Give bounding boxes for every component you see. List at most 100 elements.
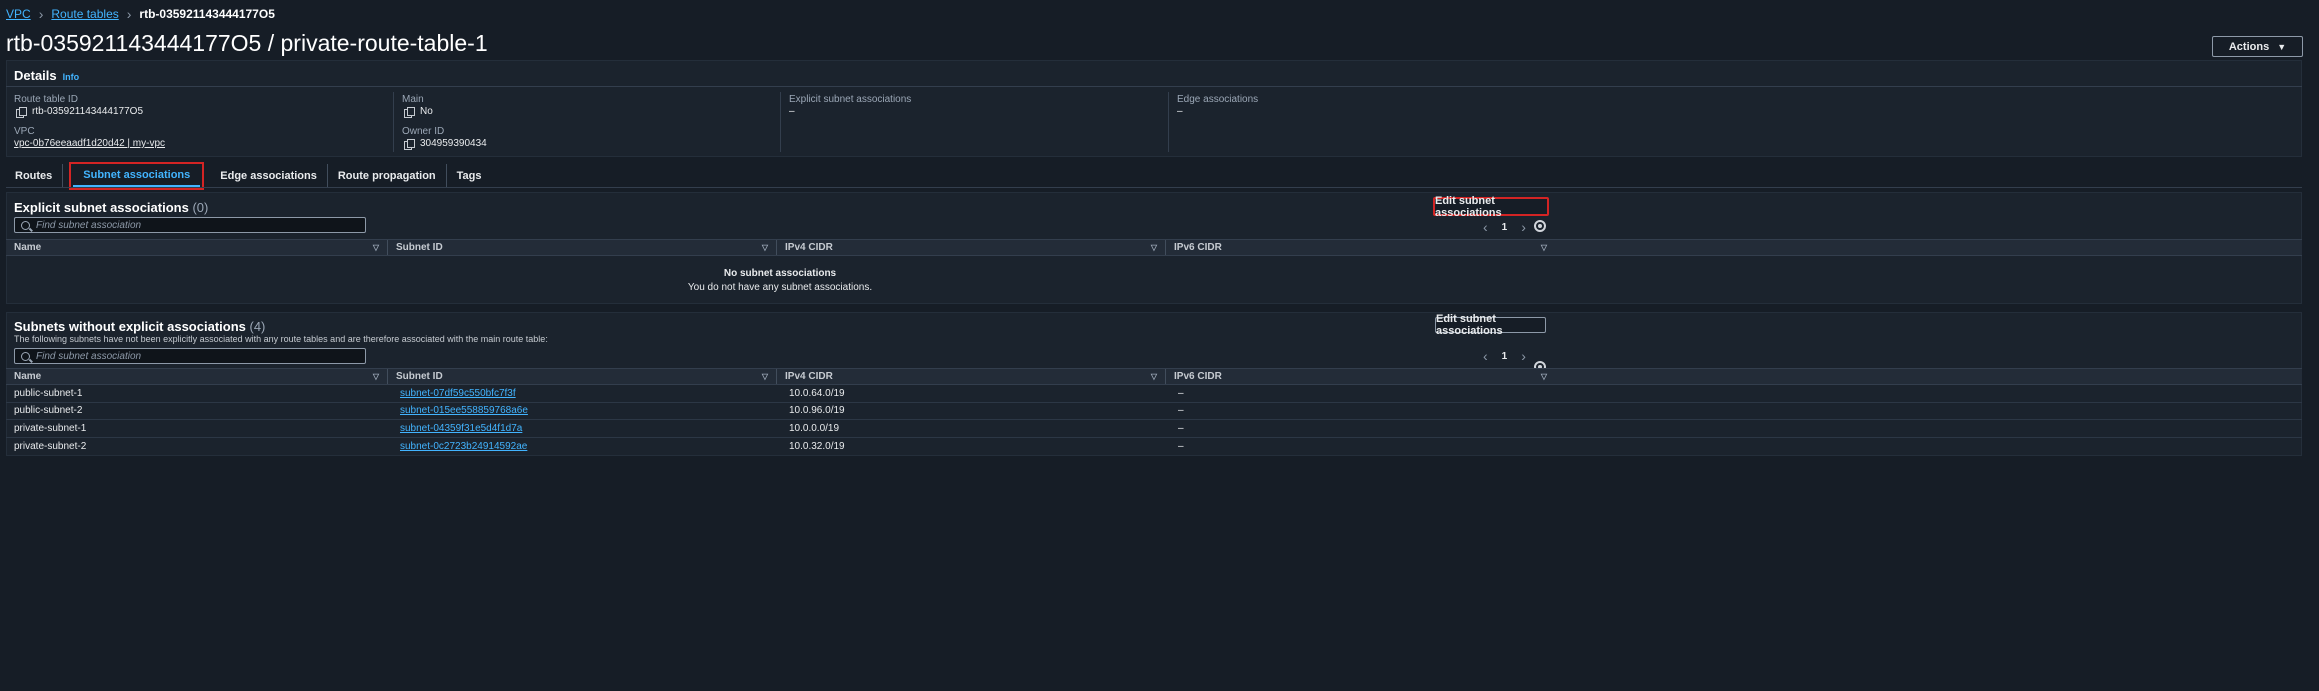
search-icon: [21, 351, 30, 361]
column-ipv6-label: IPv6 CIDR: [1174, 242, 1222, 253]
divider: [780, 92, 781, 152]
column-header-ipv6[interactable]: IPv6 CIDR ▽: [1166, 369, 1555, 384]
owner-id-label: Owner ID: [402, 126, 445, 137]
section-title-text: Explicit subnet associations: [14, 200, 189, 215]
section-description: The following subnets have not been expl…: [14, 334, 548, 344]
section-title-text: Subnets without explicit associations: [14, 319, 246, 334]
row-name: private-subnet-1: [14, 422, 87, 434]
without-search-input[interactable]: [36, 350, 356, 362]
pagination: ‹ 1 ›: [1483, 348, 1526, 364]
subnet-id-link[interactable]: subnet-04359f31e5d4f1d7a: [392, 420, 781, 437]
column-ipv6-label: IPv6 CIDR: [1174, 371, 1222, 382]
tab-routes[interactable]: Routes: [6, 164, 64, 188]
search-icon: [21, 220, 30, 230]
vpc-label: VPC: [14, 126, 35, 137]
without-search-field[interactable]: [14, 348, 366, 364]
owner-id-text: 304959390434: [420, 138, 487, 149]
breadcrumb-current: rtb-035921143444177O5: [139, 7, 275, 21]
row-name: public-subnet-2: [14, 405, 83, 417]
table-header: Name ▽ Subnet ID ▽ IPv4 CIDR ▽ IPv6 CIDR ▽: [6, 239, 2302, 256]
chevron-right-icon: ›: [38, 6, 44, 22]
column-header-ipv4[interactable]: IPv4 CIDR ▽: [777, 240, 1166, 255]
row-ipv6: –: [1178, 405, 1184, 417]
tab-subnet-associations[interactable]: Subnet associations: [69, 162, 205, 190]
copy-icon[interactable]: [404, 138, 415, 150]
sort-icon[interactable]: ▽: [1151, 372, 1157, 381]
tab-tags[interactable]: Tags: [447, 164, 492, 188]
column-subnet-id-label: Subnet ID: [396, 242, 443, 253]
breadcrumb-route-tables-link[interactable]: Route tables: [51, 7, 118, 21]
actions-label: Actions: [2228, 40, 2270, 53]
chevron-left-icon[interactable]: ‹: [1483, 219, 1488, 235]
edit-subnet-associations-button[interactable]: Edit subnet associations: [1435, 313, 1546, 337]
table-row: public-subnet-2 subnet-015ee558859768a6e…: [6, 403, 2302, 420]
empty-state-description: You do not have any subnet associations.: [687, 282, 873, 293]
column-header-subnet-id[interactable]: Subnet ID ▽: [388, 369, 777, 384]
column-name-label: Name: [14, 242, 42, 253]
empty-state-title: No subnet associations: [723, 268, 837, 279]
pagination: ‹ 1 ›: [1483, 219, 1526, 235]
explicit-associations-title: Explicit subnet associations (0): [14, 200, 208, 215]
copy-icon[interactable]: [16, 106, 27, 118]
route-table-id-text: rtb-035921143444177O5: [32, 106, 144, 117]
column-header-subnet-id[interactable]: Subnet ID ▽: [388, 240, 777, 255]
column-header-ipv4[interactable]: IPv4 CIDR ▽: [777, 369, 1166, 384]
caret-down-icon: ▼: [2277, 41, 2287, 52]
column-header-ipv6[interactable]: IPv6 CIDR ▽: [1166, 240, 1555, 255]
column-header-name[interactable]: Name ▽: [6, 240, 388, 255]
page-title: rtb-035921143444177O5 / private-route-ta…: [6, 30, 488, 56]
explicit-search-input[interactable]: [36, 219, 356, 231]
copy-icon[interactable]: [404, 106, 415, 118]
breadcrumb-vpc-link[interactable]: VPC: [6, 7, 31, 21]
row-ipv6: –: [1178, 440, 1184, 452]
row-name: public-subnet-1: [14, 387, 83, 399]
row-ipv4: 10.0.32.0/19: [789, 440, 845, 452]
sort-icon[interactable]: ▽: [762, 243, 768, 252]
tab-bar: Routes Subnet associations Edge associat…: [6, 162, 492, 190]
actions-button[interactable]: Actions ▼: [2212, 36, 2303, 57]
vpc-link[interactable]: vpc-0b76eeaadf1d20d42 | my-vpc: [14, 138, 165, 149]
details-panel: [6, 60, 2302, 157]
explicit-search-field[interactable]: [14, 217, 366, 233]
column-name-label: Name: [14, 371, 42, 382]
explicit-associations-value: –: [789, 106, 795, 117]
sort-icon[interactable]: ▽: [1151, 243, 1157, 252]
divider: [6, 86, 2302, 87]
subnet-id-link[interactable]: subnet-0c2723b24914592ae: [392, 438, 781, 456]
row-ipv4: 10.0.64.0/19: [789, 387, 845, 399]
tab-edge-associations[interactable]: Edge associations: [210, 164, 328, 188]
chevron-right-icon: ›: [126, 6, 132, 22]
sort-icon[interactable]: ▽: [1541, 243, 1547, 252]
subnet-id-link[interactable]: subnet-015ee558859768a6e: [392, 403, 781, 420]
owner-id-value: 304959390434: [404, 138, 487, 150]
page-number[interactable]: 1: [1502, 222, 1508, 233]
page-number[interactable]: 1: [1502, 351, 1508, 362]
route-table-id-label: Route table ID: [14, 94, 78, 105]
edit-subnet-associations-button[interactable]: Edit subnet associations: [1433, 195, 1549, 219]
main-text: No: [420, 106, 433, 117]
sort-icon[interactable]: ▽: [762, 372, 768, 381]
sort-icon[interactable]: ▽: [373, 372, 379, 381]
column-ipv4-label: IPv4 CIDR: [785, 242, 833, 253]
breadcrumb: VPC › Route tables › rtb-035921143444177…: [6, 6, 275, 22]
divider: [1168, 92, 1169, 152]
sort-icon[interactable]: ▽: [1541, 372, 1547, 381]
row-ipv6: –: [1178, 387, 1184, 399]
tab-route-propagation[interactable]: Route propagation: [328, 164, 447, 188]
details-header: Details Info: [14, 68, 79, 83]
subnet-id-link[interactable]: subnet-07df59c550bfc7f3f: [392, 385, 781, 402]
table-header: Name ▽ Subnet ID ▽ IPv4 CIDR ▽ IPv6 CIDR ▽: [6, 368, 2302, 385]
info-link[interactable]: Info: [63, 72, 80, 82]
subnet-table-body: public-subnet-1 subnet-07df59c550bfc7f3f…: [6, 385, 2302, 455]
table-row: private-subnet-2 subnet-0c2723b24914592a…: [6, 438, 2302, 456]
sort-icon[interactable]: ▽: [373, 243, 379, 252]
column-ipv4-label: IPv4 CIDR: [785, 371, 833, 382]
settings-gear-icon[interactable]: [1534, 220, 1546, 232]
chevron-right-icon[interactable]: ›: [1521, 219, 1526, 235]
chevron-right-icon[interactable]: ›: [1521, 348, 1526, 364]
chevron-left-icon[interactable]: ‹: [1483, 348, 1488, 364]
without-associations-title: Subnets without explicit associations (4…: [14, 319, 265, 334]
divider: [6, 187, 2302, 188]
main-value: No: [404, 106, 433, 118]
column-header-name[interactable]: Name ▽: [6, 369, 388, 384]
